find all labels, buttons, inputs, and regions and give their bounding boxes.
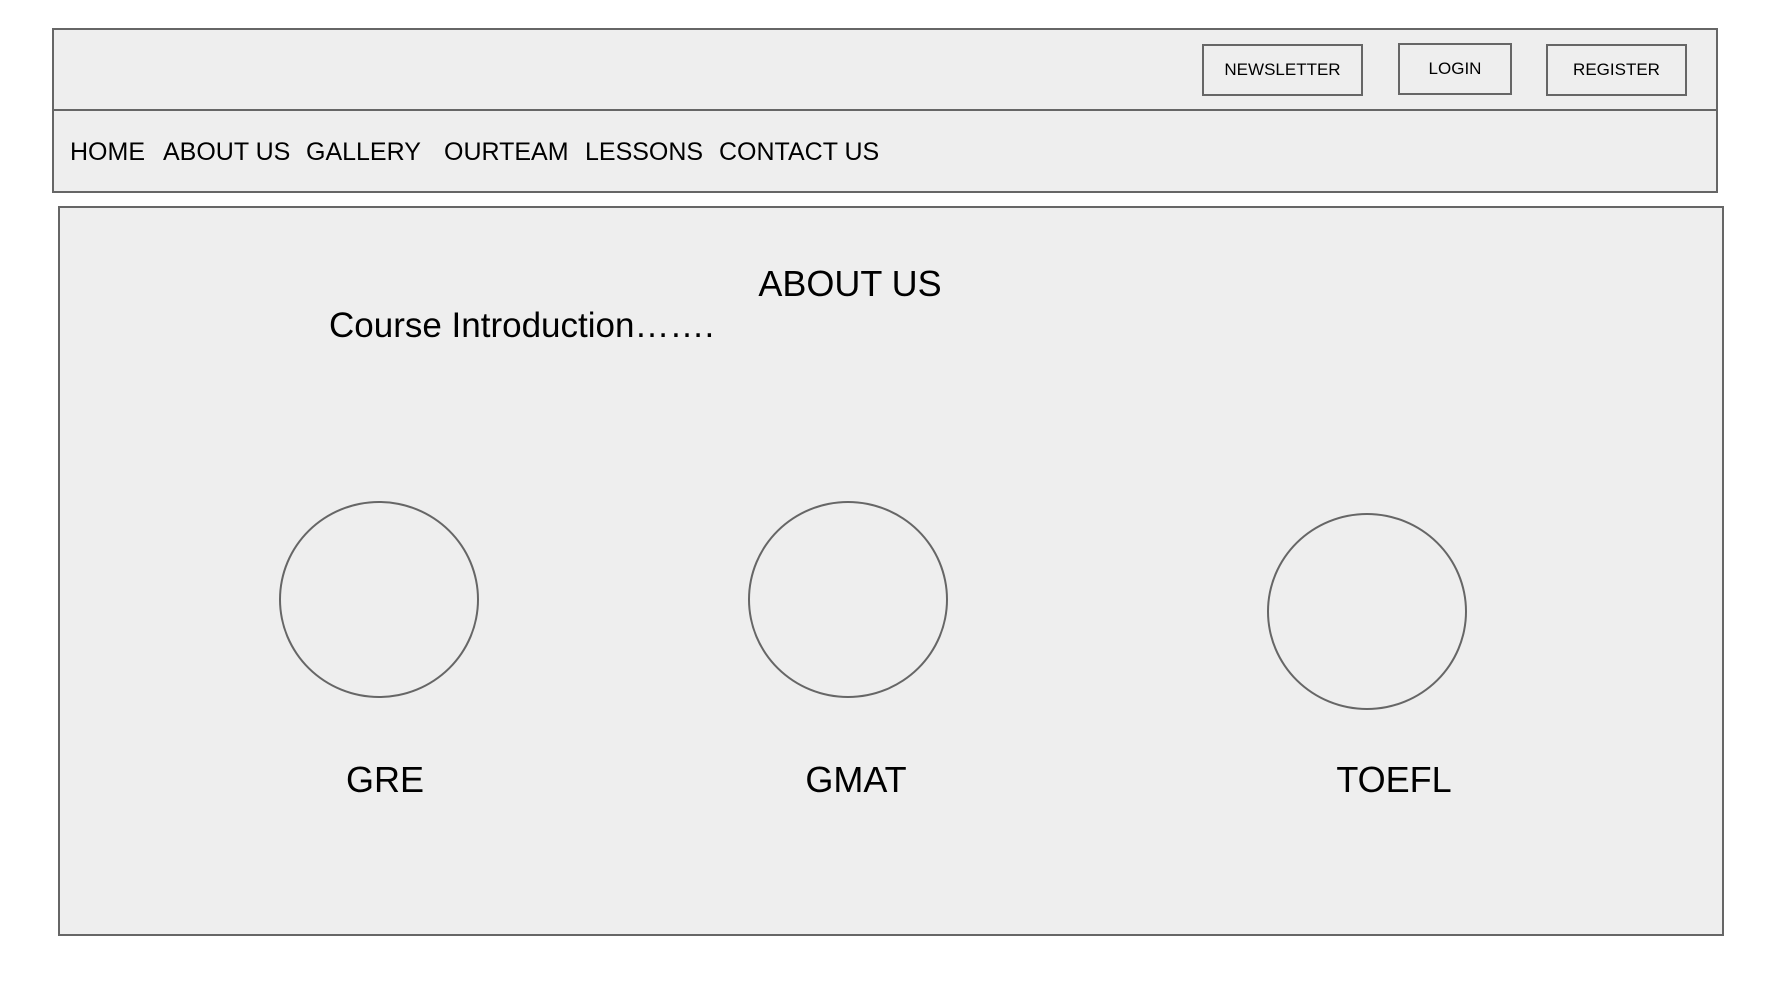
gmat-course-label[interactable]: GMAT xyxy=(736,758,976,802)
gmat-course-image[interactable] xyxy=(748,501,948,698)
register-button-label: REGISTER xyxy=(1573,60,1660,79)
nav-item-about-us[interactable]: ABOUT US xyxy=(163,136,290,168)
gre-course-label[interactable]: GRE xyxy=(265,758,505,802)
page-title: ABOUT US xyxy=(758,263,942,304)
nav-item-ourteam[interactable]: OURTEAM xyxy=(444,136,569,168)
register-button[interactable]: REGISTER xyxy=(1546,44,1687,96)
newsletter-button-label: NEWSLETTER xyxy=(1224,60,1341,79)
nav-item-gallery[interactable]: GALLERY xyxy=(306,136,421,168)
newsletter-button[interactable]: NEWSLETTER xyxy=(1202,44,1363,96)
login-button-label: LOGIN xyxy=(1428,59,1482,78)
nav-item-contact-us[interactable]: CONTACT US xyxy=(719,136,879,168)
section-title-row: ABOUT US xyxy=(0,262,1700,306)
course-intro-text: Course Introduction……. xyxy=(329,306,715,345)
nav-item-home[interactable]: HOME xyxy=(70,136,145,168)
gre-course-image[interactable] xyxy=(279,501,479,698)
nav-item-lessons[interactable]: LESSONS xyxy=(585,136,703,168)
nav-bar xyxy=(52,109,1718,193)
toefl-course-image[interactable] xyxy=(1267,513,1467,710)
login-button[interactable]: LOGIN xyxy=(1398,43,1512,95)
toefl-course-label[interactable]: TOEFL xyxy=(1274,758,1514,802)
